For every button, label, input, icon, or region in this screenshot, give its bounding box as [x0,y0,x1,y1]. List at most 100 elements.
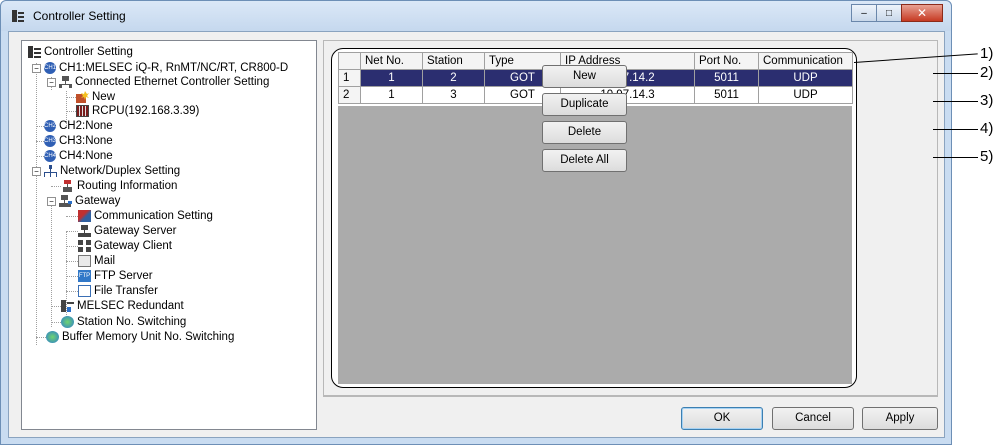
ok-button-label: OK [713,412,731,424]
gateway-client-icon [78,240,91,252]
tree-item-label: File Transfer [94,285,158,297]
tree-item-gateway-client[interactable]: Gateway Client [78,239,172,253]
close-button[interactable]: ✕ [901,4,943,22]
new-button-label: New [572,70,596,82]
grid-empty-area [338,106,852,384]
cancel-button-label: Cancel [795,412,831,424]
tree-item-label: Controller Setting [44,46,133,58]
tree-item-ch4[interactable]: CH4 CH4:None [44,149,113,163]
close-icon: ✕ [916,6,928,20]
mail-icon [78,255,91,267]
controller-setting-window: Controller Setting – □ ✕ Controller Sett… [0,0,952,445]
collapse-toggle[interactable]: − [47,197,56,206]
collapse-toggle[interactable]: − [47,78,56,87]
column-header-net-no[interactable]: Net No. [360,52,423,70]
duplicate-button[interactable]: Duplicate [542,93,627,116]
tree-item-new[interactable]: New [76,90,115,104]
buffer-memory-icon [46,331,59,343]
callout-4: 4) [980,120,994,137]
duplicate-button-label: Duplicate [560,98,609,110]
tree-item-label: CH1:MELSEC iQ-R, RnMT/NC/RT, CR800-D [59,62,289,74]
tree-item-buffer-memory[interactable]: Buffer Memory Unit No. Switching [46,330,234,344]
new-button[interactable]: New [542,65,627,88]
apply-button-label: Apply [885,412,915,424]
maximize-icon: □ [885,7,893,19]
network-icon [59,76,72,88]
tree-item-rcpu[interactable]: RCPU(192.168.3.39) [76,104,199,118]
row-number[interactable]: 1 [338,69,361,87]
callout-line-2 [933,73,978,74]
cell-port-no[interactable]: 5011 [694,86,759,104]
window-title: Controller Setting [33,9,126,23]
ch4-icon: CH4 [44,150,56,162]
tree-item-station-switching[interactable]: Station No. Switching [61,315,186,329]
cell-communication[interactable]: UDP [758,69,853,87]
cancel-button[interactable]: Cancel [772,407,854,430]
title-bar[interactable]: Controller Setting – □ ✕ [1,1,951,31]
tree-item-routing[interactable]: Routing Information [61,179,177,193]
tree-item-ch1[interactable]: CH1 CH1:MELSEC iQ-R, RnMT/NC/RT, CR800-D [44,61,288,75]
cell-net-no[interactable]: 1 [360,86,423,104]
cell-station[interactable]: 3 [422,86,485,104]
tree-item-label: Mail [94,255,116,267]
app-icon [12,10,24,22]
column-header-port-no[interactable]: Port No. [694,52,759,70]
tree-item-label: New [92,91,116,103]
maximize-button[interactable]: □ [876,4,902,22]
callout-line-5 [933,157,978,158]
cell-communication[interactable]: UDP [758,86,853,104]
tree-item-label: CH4:None [59,150,113,162]
tree-item-label: RCPU(192.168.3.39) [92,105,200,117]
tree-item-label: Communication Setting [94,210,213,222]
tree-item-mail[interactable]: Mail [78,254,115,268]
cell-net-no[interactable]: 1 [360,69,423,87]
tree-item-label: Station No. Switching [77,316,187,328]
cell-station[interactable]: 2 [422,69,485,87]
tree-item-label: Gateway Server [94,225,177,237]
tree-item-ch3[interactable]: CH3 CH3:None [44,134,113,148]
callout-line-4 [933,129,978,130]
collapse-toggle[interactable]: − [32,167,41,176]
plc-icon [76,105,89,117]
settings-tree[interactable]: Controller Setting − CH1 CH1:MELSEC iQ-R… [21,40,317,430]
tree-item-communication-setting[interactable]: Communication Setting [78,209,213,223]
tree-item-label: FTP Server [94,270,153,282]
column-header-communication[interactable]: Communication [758,52,853,70]
tree-item-gateway-server[interactable]: Gateway Server [78,224,176,238]
routing-icon [63,180,72,192]
callout-5: 5) [980,148,994,165]
apply-button[interactable]: Apply [862,407,938,430]
delete-all-button[interactable]: Delete All [542,149,627,172]
ftp-icon: FTP [78,270,91,282]
row-number[interactable]: 2 [338,86,361,104]
tree-item-ch2[interactable]: CH2 CH2:None [44,119,113,133]
collapse-toggle[interactable]: − [32,64,41,73]
column-header-rownum [338,52,361,70]
ok-button[interactable]: OK [681,407,763,430]
callout-1: 1) [980,45,994,62]
tree-item-controller-setting[interactable]: Controller Setting [28,45,133,59]
new-item-icon [76,91,89,103]
tree-item-file-transfer[interactable]: File Transfer [78,284,158,298]
column-header-station[interactable]: Station [422,52,485,70]
tree-item-melsec-redundant[interactable]: MELSEC Redundant [61,299,184,313]
tree-item-ftp-server[interactable]: FTP FTP Server [78,269,153,283]
controller-setting-icon [28,46,41,58]
tree-item-label: Network/Duplex Setting [60,165,181,177]
ch3-icon: CH3 [44,135,56,147]
gateway-server-icon [78,225,91,237]
minimize-button[interactable]: – [851,4,877,22]
callout-3: 3) [980,92,994,109]
tree-item-label: Buffer Memory Unit No. Switching [62,331,235,343]
minimize-icon: – [861,7,867,19]
cell-port-no[interactable]: 5011 [694,69,759,87]
tree-item-label: CH3:None [59,135,113,147]
tree-item-connected-ethernet[interactable]: Connected Ethernet Controller Setting [59,75,269,89]
network-duplex-icon [44,165,57,177]
tree-item-network-duplex[interactable]: Network/Duplex Setting [44,164,180,178]
delete-button[interactable]: Delete [542,121,627,144]
tree-item-gateway[interactable]: Gateway [59,194,120,208]
tree-item-label: MELSEC Redundant [77,300,184,312]
callout-2: 2) [980,64,994,81]
bottom-separator [323,396,938,397]
